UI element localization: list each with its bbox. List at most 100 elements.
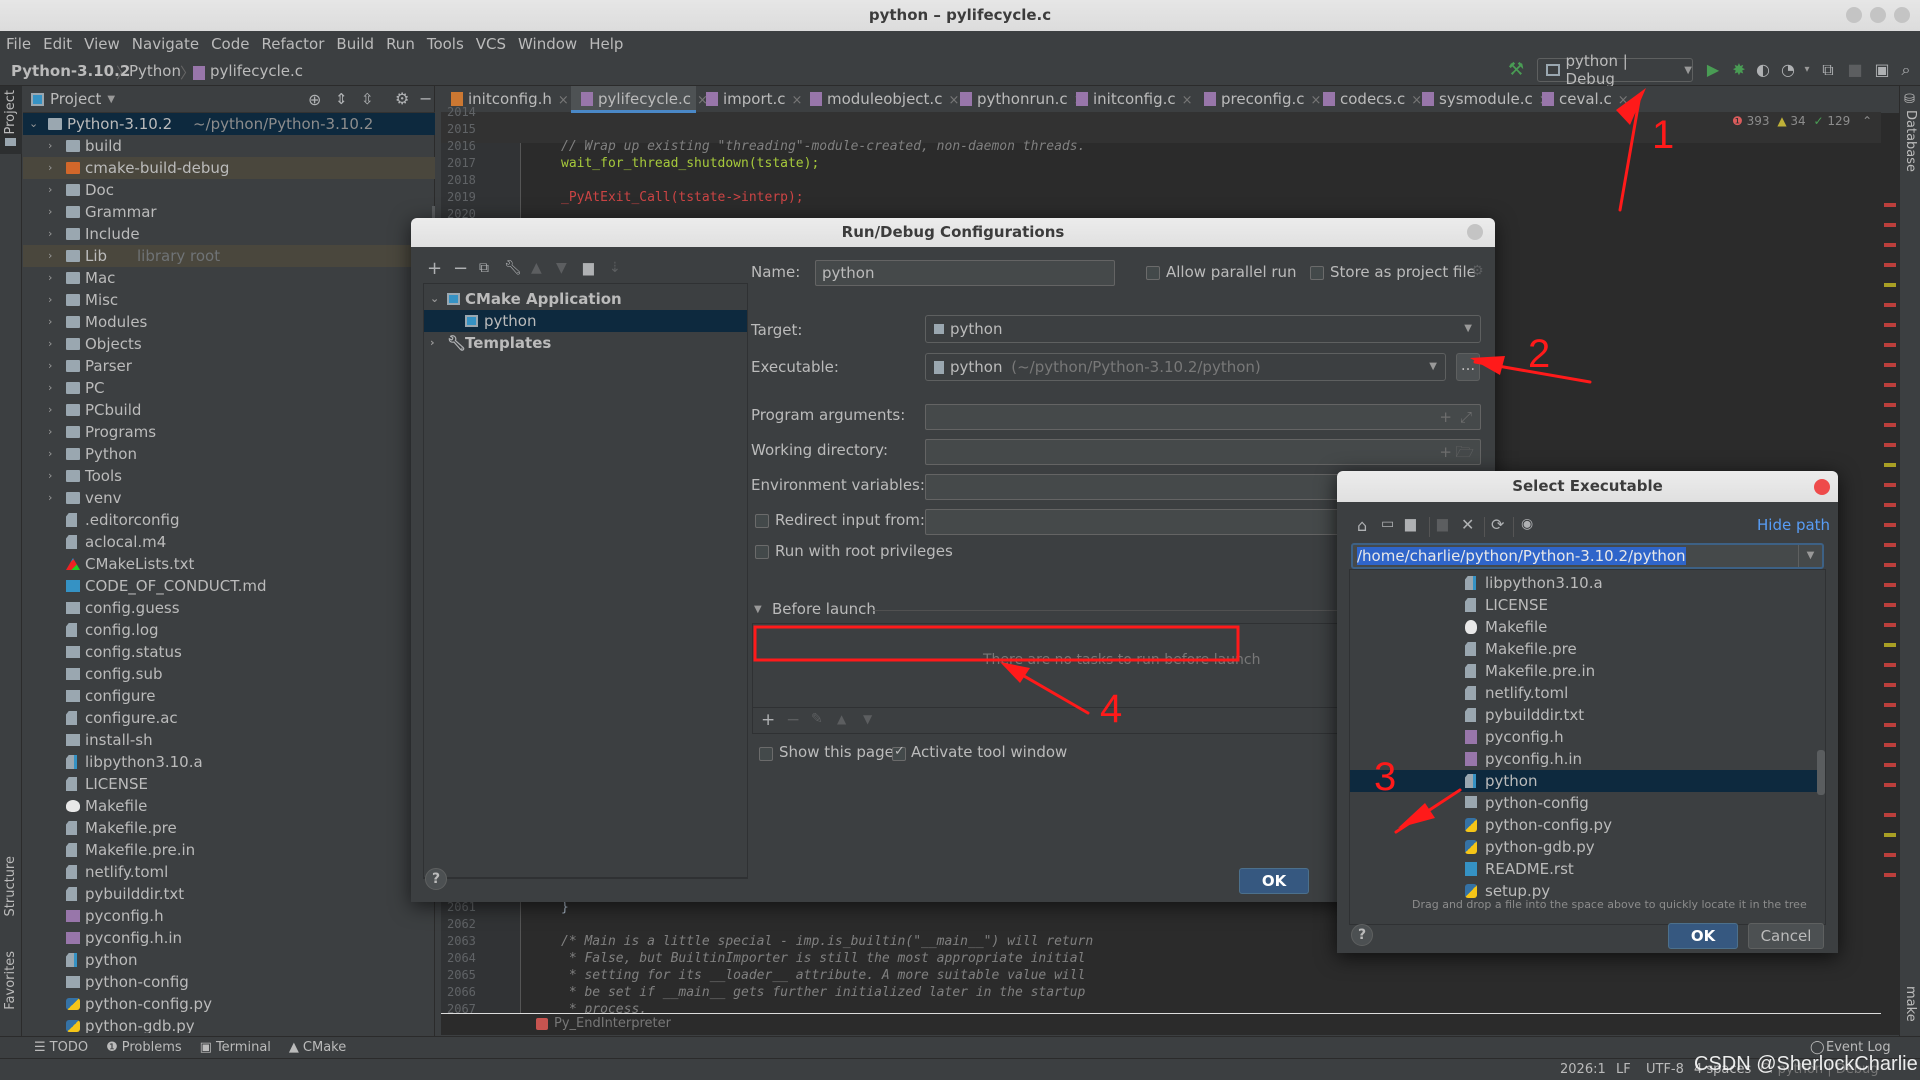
file-encoding[interactable]: UTF-8 <box>1646 1062 1684 1077</box>
sort-alphabetically-icon[interactable]: ⇣ <box>609 260 621 276</box>
editor-tab[interactable]: sysmodule.c× <box>1412 86 1550 113</box>
tree-folder[interactable]: › cmake-build-debug <box>23 157 435 179</box>
editor-tab[interactable]: preconfig.c × <box>1194 86 1321 113</box>
tree-file[interactable]: Makefile <box>23 795 435 817</box>
chevron-right-icon[interactable]: › <box>48 487 52 509</box>
error-stripe-mark[interactable] <box>1884 243 1896 247</box>
run-icon[interactable]: ▶ <box>1703 60 1723 80</box>
tree-file[interactable]: aclocal.m4 <box>23 531 435 553</box>
file-tree-item[interactable]: Makefile.pre <box>1350 638 1825 660</box>
collapse-all-icon[interactable]: ⇳ <box>361 90 374 108</box>
hide-panel-icon[interactable]: − <box>419 89 432 108</box>
tree-file[interactable]: configure.ac <box>23 707 435 729</box>
tree-folder[interactable]: › Parser <box>23 355 435 377</box>
tree-file[interactable]: python <box>23 949 435 971</box>
tree-group-cmake-application[interactable]: ⌄ CMake Application <box>424 288 747 310</box>
chevron-right-icon[interactable]: › <box>48 377 52 399</box>
error-stripe-mark[interactable] <box>1884 833 1896 837</box>
add-macro-icon[interactable]: + <box>1439 440 1452 464</box>
expand-icon[interactable]: ⤢ <box>1460 405 1472 429</box>
file-tree-item[interactable]: pyconfig.h.in <box>1350 748 1825 770</box>
profile-dropdown-icon[interactable]: ▾ <box>1797 60 1817 80</box>
move-down-icon[interactable]: ▼ <box>863 712 872 726</box>
coverage-icon[interactable]: ◐ <box>1753 60 1773 80</box>
menu-refactor[interactable]: Refactor <box>261 35 324 53</box>
menu-run[interactable]: Run <box>386 35 415 53</box>
tool-window-cmake[interactable]: CMake <box>303 1040 346 1055</box>
ok-button[interactable]: OK <box>1239 868 1309 894</box>
chevron-down-icon[interactable]: ▼ <box>107 94 115 105</box>
tree-folder[interactable]: › Grammar <box>23 201 435 223</box>
editor-tab[interactable]: ceval.c × <box>1532 86 1629 113</box>
error-stripe-mark[interactable] <box>1884 763 1896 767</box>
chevron-right-icon[interactable]: › <box>48 399 52 421</box>
gear-icon[interactable]: ⚙ <box>395 89 409 108</box>
working-directory-input[interactable]: + 🗁 <box>925 439 1481 465</box>
structure-tool-tab[interactable]: Structure <box>3 856 18 916</box>
folder-open-icon[interactable]: 🗁 <box>1455 440 1474 464</box>
tree-file[interactable]: CODE_OF_CONDUCT.md <box>23 575 435 597</box>
error-stripe-mark[interactable] <box>1884 323 1896 327</box>
menu-build[interactable]: Build <box>336 35 374 53</box>
tool-window-problems[interactable]: Problems <box>122 1040 182 1055</box>
tree-file[interactable]: install-sh <box>23 729 435 751</box>
chevron-right-icon[interactable]: › <box>430 332 435 354</box>
breadcrumb-project[interactable]: Python-3.10.2 <box>11 62 130 80</box>
tree-folder[interactable]: › Misc <box>23 289 435 311</box>
chevron-right-icon[interactable]: › <box>48 157 52 179</box>
file-tree-item[interactable]: pybuilddir.txt <box>1350 704 1825 726</box>
error-stripe-mark[interactable] <box>1884 403 1896 407</box>
help-button[interactable]: ? <box>1351 924 1373 946</box>
chevron-right-icon[interactable]: › <box>48 333 52 355</box>
tree-file[interactable]: pyconfig.h <box>23 905 435 927</box>
error-stripe-mark[interactable] <box>1884 343 1896 347</box>
move-down-icon[interactable]: ▼ <box>556 260 567 276</box>
tree-file[interactable]: Makefile.pre.in <box>23 839 435 861</box>
tree-folder[interactable]: › PCbuild <box>23 399 435 421</box>
profile-icon[interactable]: ◔ <box>1778 60 1798 80</box>
add-configuration-icon[interactable]: + <box>427 258 442 279</box>
tree-file[interactable]: python-config <box>23 971 435 993</box>
expand-all-icon[interactable]: ⇕ <box>335 90 348 108</box>
error-stripe-mark[interactable] <box>1884 683 1896 687</box>
error-stripe-mark[interactable] <box>1884 813 1896 817</box>
error-stripe-mark[interactable] <box>1884 443 1896 447</box>
tree-folder[interactable]: › Tools <box>23 465 435 487</box>
desktop-icon[interactable]: ▭ <box>1381 516 1394 532</box>
error-stripe-mark[interactable] <box>1884 483 1896 487</box>
tree-file[interactable]: config.guess <box>23 597 435 619</box>
file-tree-item[interactable]: README.rst <box>1350 858 1825 880</box>
tree-file[interactable]: CMakeLists.txt <box>23 553 435 575</box>
chevron-right-icon[interactable]: › <box>48 355 52 377</box>
chevron-right-icon[interactable]: › <box>48 179 52 201</box>
tree-folder[interactable]: › build <box>23 135 435 157</box>
remove-task-icon[interactable]: − <box>786 710 800 730</box>
tree-file[interactable]: pyconfig.h.in <box>23 927 435 949</box>
tree-folder[interactable]: › Include <box>23 223 435 245</box>
move-up-icon[interactable]: ▲ <box>531 260 542 276</box>
new-folder-icon[interactable]: ▆ <box>583 260 594 276</box>
project-view-selector[interactable]: Project <box>50 90 101 108</box>
new-folder-icon[interactable]: ▆ <box>1437 516 1448 532</box>
cancel-button[interactable]: Cancel <box>1748 923 1824 949</box>
tree-folder[interactable]: › Mac <box>23 267 435 289</box>
tree-file[interactable]: python-gdb.py <box>23 1015 435 1033</box>
delete-icon[interactable]: ✕ <box>1461 515 1474 534</box>
error-stripe[interactable] <box>1881 113 1899 1035</box>
chevron-right-icon[interactable]: › <box>48 289 52 311</box>
chevron-down-icon[interactable]: ⌄ <box>430 288 439 310</box>
close-tab-icon[interactable]: × <box>1618 93 1629 108</box>
run-configuration-selector[interactable]: python | Debug ▼ <box>1537 52 1693 88</box>
tool-window-todo[interactable]: TODO <box>50 1040 88 1055</box>
project-folder-icon[interactable]: ▆ <box>1405 516 1416 532</box>
favorites-tool-tab[interactable]: Favorites <box>3 951 18 1010</box>
window-close-button[interactable] <box>1894 7 1910 23</box>
move-up-icon[interactable]: ▲ <box>837 712 846 726</box>
menu-edit[interactable]: Edit <box>43 35 72 53</box>
line-separator[interactable]: LF <box>1616 1062 1631 1077</box>
chevron-right-icon[interactable]: › <box>48 421 52 443</box>
chevron-right-icon[interactable]: › <box>48 465 52 487</box>
chevron-right-icon[interactable]: › <box>48 223 52 245</box>
file-tree-item[interactable]: python-config.py <box>1350 814 1825 836</box>
tree-file[interactable]: python-config.py <box>23 993 435 1015</box>
